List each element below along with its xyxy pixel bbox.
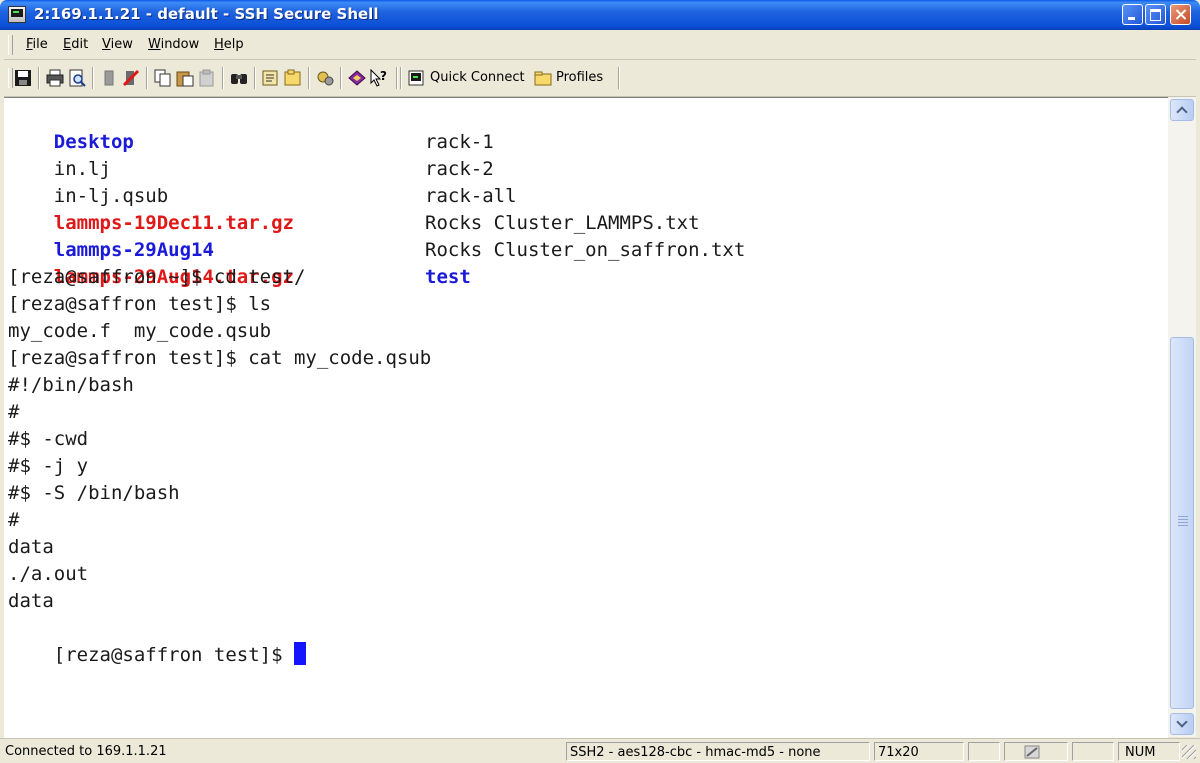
terminal-line: #$ -j y bbox=[8, 455, 89, 477]
menu-edit[interactable]: Edit bbox=[63, 37, 88, 52]
terminal-line: ./a.out bbox=[8, 563, 89, 585]
quick-connect-icon[interactable] bbox=[408, 69, 426, 87]
terminal-line: lammps-29Aug14 Rocks Cluster_on_saffron.t… bbox=[8, 210, 746, 261]
scroll-thumb[interactable] bbox=[1170, 337, 1194, 709]
toolbar-separator bbox=[396, 67, 398, 89]
toolbar-separator bbox=[340, 67, 342, 89]
settings-icon[interactable] bbox=[262, 69, 280, 87]
terminal-line: [reza@saffron ~]$ cd test/ bbox=[8, 266, 306, 288]
window-title: 2:169.1.1.21 - default - SSH Secure Shel… bbox=[34, 5, 379, 23]
menu-window[interactable]: Window bbox=[148, 37, 199, 52]
transfer-settings-icon[interactable] bbox=[316, 69, 334, 87]
toolbar-grip[interactable] bbox=[8, 68, 13, 88]
terminal-line: # bbox=[8, 509, 20, 531]
file-entry: Rocks Cluster_on_saffron.txt bbox=[425, 239, 746, 261]
terminal-prompt-line[interactable]: [reza@saffron test]$ bbox=[8, 615, 306, 666]
terminal-output[interactable]: Desktop rack-1 in.lj rack-2 in-lj.qsub rack… bbox=[4, 97, 1168, 738]
scroll-up-arrow[interactable] bbox=[1170, 99, 1194, 121]
print-preview-icon[interactable] bbox=[68, 69, 86, 87]
toolbar-separator bbox=[38, 67, 40, 89]
terminal-line: Desktop rack-1 bbox=[8, 102, 494, 153]
terminal-line: in.lj rack-2 bbox=[8, 129, 494, 180]
text-cursor bbox=[293, 642, 306, 665]
menu-view[interactable]: View bbox=[102, 37, 133, 52]
resize-grip[interactable] bbox=[1182, 745, 1196, 759]
title-bar[interactable]: 2:169.1.1.21 - default - SSH Secure Shel… bbox=[0, 0, 1200, 30]
toolbar-separator bbox=[254, 67, 256, 89]
transfer-activity-cell bbox=[1004, 742, 1068, 761]
terminal-line: in-lj.qsub rack-all bbox=[8, 156, 517, 207]
terminal-line: #!/bin/bash bbox=[8, 374, 134, 396]
disconnect-icon[interactable] bbox=[122, 69, 140, 87]
terminal-line: lammps-29Aug14.tar.gz test bbox=[8, 237, 471, 288]
maximize-button[interactable] bbox=[1145, 4, 1166, 25]
terminal-size: 71x20 bbox=[874, 742, 964, 761]
terminal-line: my_code.f my_code.qsub bbox=[8, 320, 272, 342]
quick-connect-button[interactable]: Quick Connect bbox=[430, 70, 525, 85]
toolbar-separator bbox=[92, 67, 94, 89]
terminal-line: [reza@saffron test]$ cat my_code.qsub bbox=[8, 347, 432, 369]
paste-disabled-icon[interactable] bbox=[198, 69, 216, 87]
protocol-info: SSH2 - aes128-cbc - hmac-md5 - none bbox=[566, 742, 870, 761]
find-icon[interactable] bbox=[230, 69, 248, 87]
file-entry: rack-2 bbox=[425, 158, 494, 180]
terminal-line: data bbox=[8, 536, 54, 558]
toolbar-separator bbox=[400, 67, 402, 89]
folder-icon[interactable] bbox=[534, 69, 552, 87]
minimize-button[interactable] bbox=[1122, 4, 1143, 25]
scroll-down-arrow[interactable] bbox=[1170, 713, 1194, 735]
toolbar-separator bbox=[146, 67, 148, 89]
paste-icon[interactable] bbox=[176, 69, 194, 87]
vertical-scrollbar[interactable] bbox=[1168, 97, 1196, 737]
context-help-icon[interactable]: ? bbox=[370, 69, 388, 87]
menu-file[interactable]: File bbox=[26, 37, 48, 52]
save-icon[interactable] bbox=[14, 69, 32, 87]
ssh-terminal-icon[interactable] bbox=[8, 6, 26, 23]
copy-icon[interactable] bbox=[154, 69, 172, 87]
file-entry: Rocks Cluster_LAMMPS.txt bbox=[425, 212, 700, 234]
close-button[interactable] bbox=[1170, 4, 1191, 25]
new-file-transfer-icon[interactable] bbox=[284, 69, 302, 87]
svg-text:?: ? bbox=[380, 69, 387, 83]
terminal-line: [reza@saffron test]$ ls bbox=[8, 293, 272, 315]
menubar-grip[interactable] bbox=[8, 35, 13, 55]
terminal-line: # bbox=[8, 401, 20, 423]
print-icon[interactable] bbox=[46, 69, 64, 87]
terminal-line: lammps-19Dec11.tar.gz Rocks Cluster_LAMMP… bbox=[8, 183, 700, 234]
shell-prompt: [reza@saffron test]$ bbox=[53, 644, 294, 666]
status-bar: Connected to 169.1.1.21 SSH2 - aes128-cb… bbox=[0, 738, 1200, 763]
toolbar-separator bbox=[618, 67, 620, 89]
terminal-line: #$ -S /bin/bash bbox=[8, 482, 180, 504]
connect-icon[interactable] bbox=[100, 69, 118, 87]
file-entry: rack-all bbox=[425, 185, 517, 207]
menu-bar: File Edit View Window Help bbox=[4, 31, 1196, 60]
connection-status: Connected to 169.1.1.21 bbox=[5, 744, 167, 759]
menu-help[interactable]: Help bbox=[214, 37, 244, 52]
terminal-line: data bbox=[8, 590, 54, 612]
profiles-button[interactable]: Profiles bbox=[556, 70, 603, 85]
status-empty-cell bbox=[968, 742, 1000, 761]
help-book-icon[interactable] bbox=[348, 69, 366, 87]
toolbar-separator bbox=[308, 67, 310, 89]
transfer-activity-icon bbox=[1024, 745, 1040, 759]
toolbar: ? Quick Connect Profiles bbox=[4, 60, 1196, 97]
num-lock-indicator: NUM bbox=[1118, 742, 1180, 761]
status-empty-cell bbox=[1072, 742, 1114, 761]
file-entry: rack-1 bbox=[425, 131, 494, 153]
directory-entry: test bbox=[425, 266, 471, 288]
toolbar-separator bbox=[222, 67, 224, 89]
terminal-line: #$ -cwd bbox=[8, 428, 89, 450]
